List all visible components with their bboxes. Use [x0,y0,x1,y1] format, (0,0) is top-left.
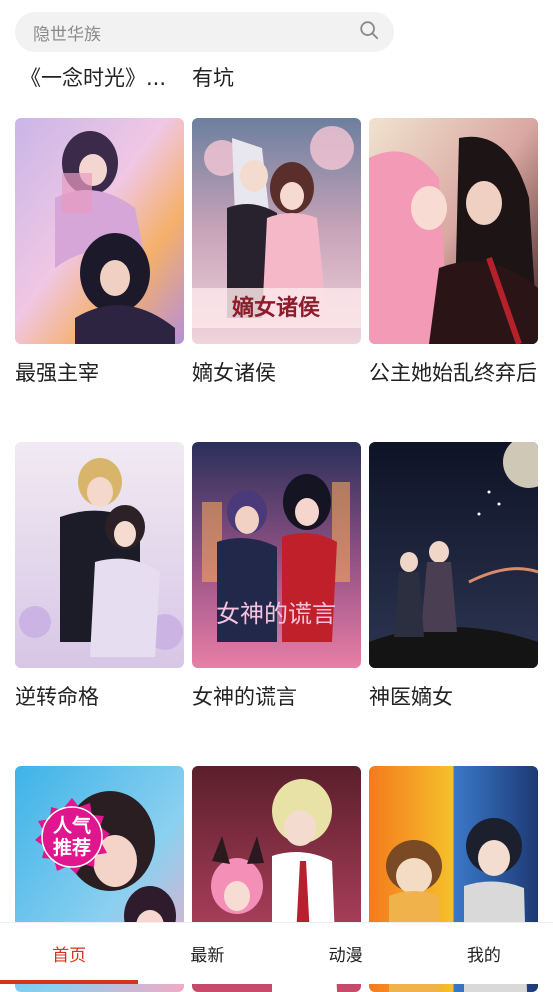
badge-line: 人气 [53,815,91,837]
book-card[interactable]: 女神的谎言 女神的谎言 [192,442,361,712]
tab-anime[interactable]: 动漫 [277,923,415,984]
book-title[interactable]: 公主她始乱终弃后 [369,358,538,388]
tab-label: 我的 [467,941,501,966]
tab-label: 首页 [52,941,86,966]
book-title[interactable]: 嫡女诸侯 [192,358,361,388]
search-bar[interactable]: 隐世华族 [15,12,394,52]
book-cover[interactable] [369,442,538,668]
search-icon[interactable] [358,19,380,45]
book-cover[interactable] [15,118,184,344]
tab-label: 最新 [190,941,224,966]
tab-home[interactable]: 首页 [0,923,138,984]
cover-title-text: 嫡女诸侯 [232,295,320,321]
book-title[interactable]: 神医嫡女 [369,682,538,712]
book-card[interactable]: 公主她始乱终弃后 [369,118,538,388]
tab-mine[interactable]: 我的 [415,923,553,984]
tab-latest[interactable]: 最新 [138,923,276,984]
book-cover[interactable] [15,442,184,668]
book-card[interactable]: 逆转命格 [15,442,184,712]
book-card[interactable]: 嫡女诸侯 嫡女诸侯 [192,118,361,388]
book-cover[interactable] [369,118,538,344]
book-card[interactable]: 神医嫡女 [369,442,538,712]
active-tab-indicator [0,980,138,984]
book-title[interactable]: 最强主宰 [15,358,184,388]
search-input[interactable]: 隐世华族 [33,20,358,45]
cover-title-text: 女神的谎言 [216,600,336,628]
badge-line: 推荐 [53,837,91,859]
suggestion-item[interactable]: 有坑 [192,62,234,96]
book-card[interactable]: 最强主宰 [15,118,184,388]
book-cover[interactable]: 嫡女诸侯 [192,118,361,344]
suggestion-item[interactable]: 《一念时光》... [20,62,192,96]
book-cover[interactable]: 女神的谎言 [192,442,361,668]
book-title[interactable]: 女神的谎言 [192,682,361,712]
book-title[interactable]: 逆转命格 [15,682,184,712]
bottom-tab-bar: 首页 最新 动漫 我的 [0,922,553,984]
tab-label: 动漫 [329,941,363,966]
popular-recommend-badge: 人气 推荐 [33,798,111,876]
search-suggestions: 《一念时光》... 有坑 [20,62,533,96]
